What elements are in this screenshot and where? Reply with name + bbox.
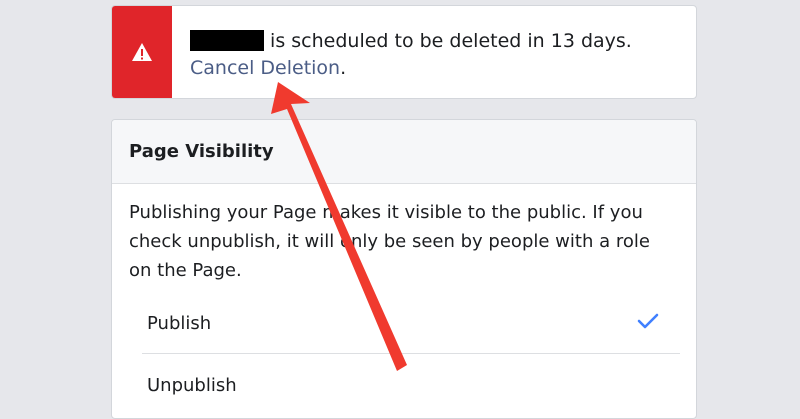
annotation-arrow [271, 82, 407, 371]
annotation-arrow-shape [271, 82, 407, 371]
